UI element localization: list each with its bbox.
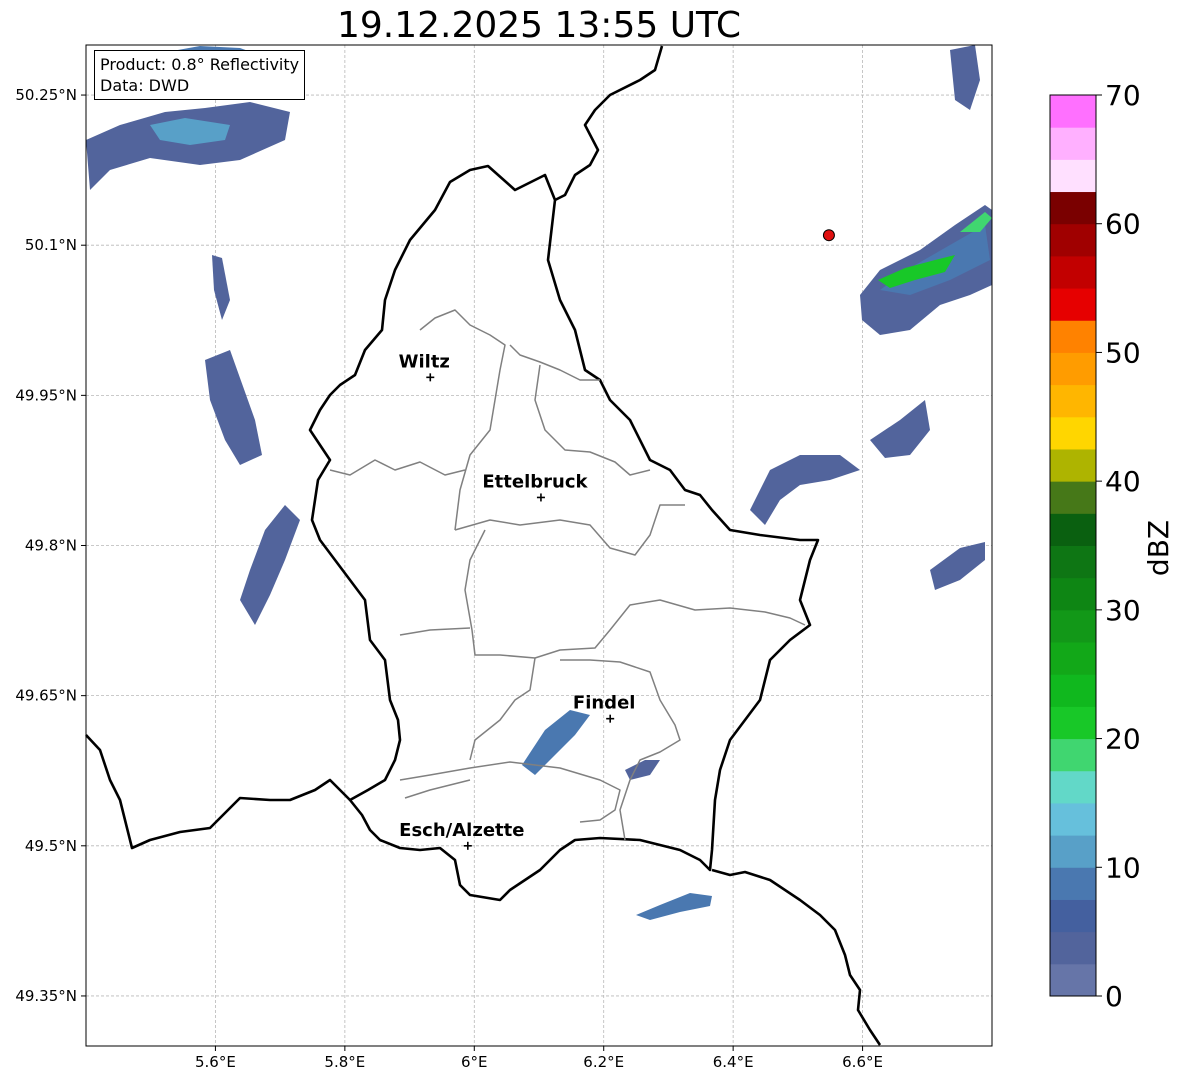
colorbar-segment [1050, 706, 1096, 740]
lon-tick-label: 6.6°E [842, 1053, 883, 1071]
lat-tick-label: 50.1°N [25, 236, 77, 254]
echo-band-east-2 [870, 400, 930, 458]
national-border-belgium-france [85, 734, 351, 850]
axis-tick-labels: 5.6°E 5.8°E 6°E 6.2°E 6.4°E 6.6°E 50.25°N 50.1°… [15, 86, 883, 1071]
colorbar: 0 10 20 30 40 50 60 70 dBZ [1049, 79, 1175, 1013]
colorbar-segment [1050, 448, 1096, 482]
city-wiltz: Wiltz [399, 351, 450, 382]
colorbar-segment [1050, 899, 1096, 933]
city-label: Findel [573, 693, 636, 714]
colorbar-tick-label: 0 [1105, 980, 1123, 1013]
national-border-france-germany-south [711, 868, 882, 1046]
colorbar-tick-label: 30 [1105, 594, 1141, 627]
colorbar-tick-label: 10 [1105, 851, 1141, 884]
site-marker-dot [822, 229, 835, 242]
graticule [86, 45, 992, 1046]
colorbar-segment [1050, 159, 1096, 193]
colorbar-tick-label: 60 [1105, 208, 1141, 241]
colorbar-tick-label: 40 [1105, 465, 1141, 498]
colorbar-segment [1050, 191, 1096, 225]
echo-band-south [636, 893, 712, 920]
echo-cluster-top-right [950, 45, 980, 110]
data-source-label: Data: DWD [100, 76, 190, 95]
echo-band-southeast [625, 760, 660, 780]
product-info-box: Product: 0.8° Reflectivity Data: DWD [94, 50, 306, 100]
colorbar-segment [1050, 545, 1096, 579]
echo-band-east-1 [750, 455, 860, 525]
lat-tick-label: 49.5°N [25, 837, 77, 855]
lat-tick-label: 49.35°N [15, 987, 77, 1005]
city-label: Wiltz [399, 351, 450, 372]
colorbar-segment [1050, 770, 1096, 804]
lon-tick-label: 5.6°E [195, 1053, 236, 1071]
lat-tick-label: 50.25°N [15, 86, 77, 104]
national-border-germany-north [554, 45, 664, 202]
colorbar-segment [1050, 127, 1096, 160]
colorbar-segment [1050, 481, 1096, 514]
colorbar-segment [1050, 320, 1096, 353]
colorbar-segment [1050, 867, 1096, 900]
colorbar-segment [1050, 738, 1096, 772]
colorbar-tick-label: 20 [1105, 723, 1141, 756]
colorbar-segment [1050, 835, 1096, 868]
colorbar-segment [1050, 384, 1096, 418]
echo-band-east-3 [930, 542, 985, 590]
echo-band-west-2 [240, 505, 300, 625]
colorbar-segment [1050, 642, 1096, 675]
lon-tick-label: 6°E [461, 1053, 488, 1071]
colorbar-unit-label: dBZ [1142, 520, 1175, 576]
colorbar-segment [1050, 288, 1096, 321]
colorbar-segment [1050, 513, 1096, 546]
colorbar-segment [1050, 963, 1096, 997]
city-markers: Wiltz Ettelbruck Findel Esch/Alzette [399, 229, 835, 850]
city-eschalzette: Esch/Alzette [399, 820, 524, 850]
colorbar-segment [1050, 416, 1096, 450]
city-label: Ettelbruck [482, 471, 588, 492]
colorbar-segment [1050, 609, 1096, 643]
echo-streak-west-3 [212, 255, 230, 320]
product-label: Product: 0.8° Reflectivity [100, 55, 300, 74]
colorbar-segment [1050, 802, 1096, 836]
colorbar-segment [1050, 223, 1096, 257]
canton-borders [329, 309, 806, 841]
colorbar-tick-label: 50 [1105, 336, 1141, 369]
lon-tick-label: 6.2°E [583, 1053, 624, 1071]
national-border-luxembourg [308, 164, 820, 902]
radar-map: WiltzEttelbruckFindelEsch/Alzette 5.6°E 5… [15, 44, 1175, 1071]
colorbar-segment [1050, 931, 1096, 965]
city-ettelbruck: Ettelbruck [482, 471, 589, 502]
colorbar-segment [1050, 674, 1096, 707]
lon-tick-label: 6.4°E [713, 1053, 754, 1071]
colorbar-segment [1050, 577, 1096, 611]
colorbar-segment [1050, 352, 1096, 386]
colorbar-tick-label: 70 [1105, 79, 1141, 112]
lat-tick-label: 49.8°N [25, 537, 77, 555]
lon-tick-label: 5.8°E [324, 1053, 365, 1071]
city-label: Esch/Alzette [399, 820, 524, 841]
colorbar-segment [1050, 255, 1096, 289]
echo-cluster-northwest [86, 102, 290, 190]
colorbar-segment [1050, 95, 1096, 128]
lat-tick-label: 49.65°N [15, 687, 77, 705]
echo-band-west-1 [205, 350, 262, 465]
lat-tick-label: 49.95°N [15, 386, 77, 404]
